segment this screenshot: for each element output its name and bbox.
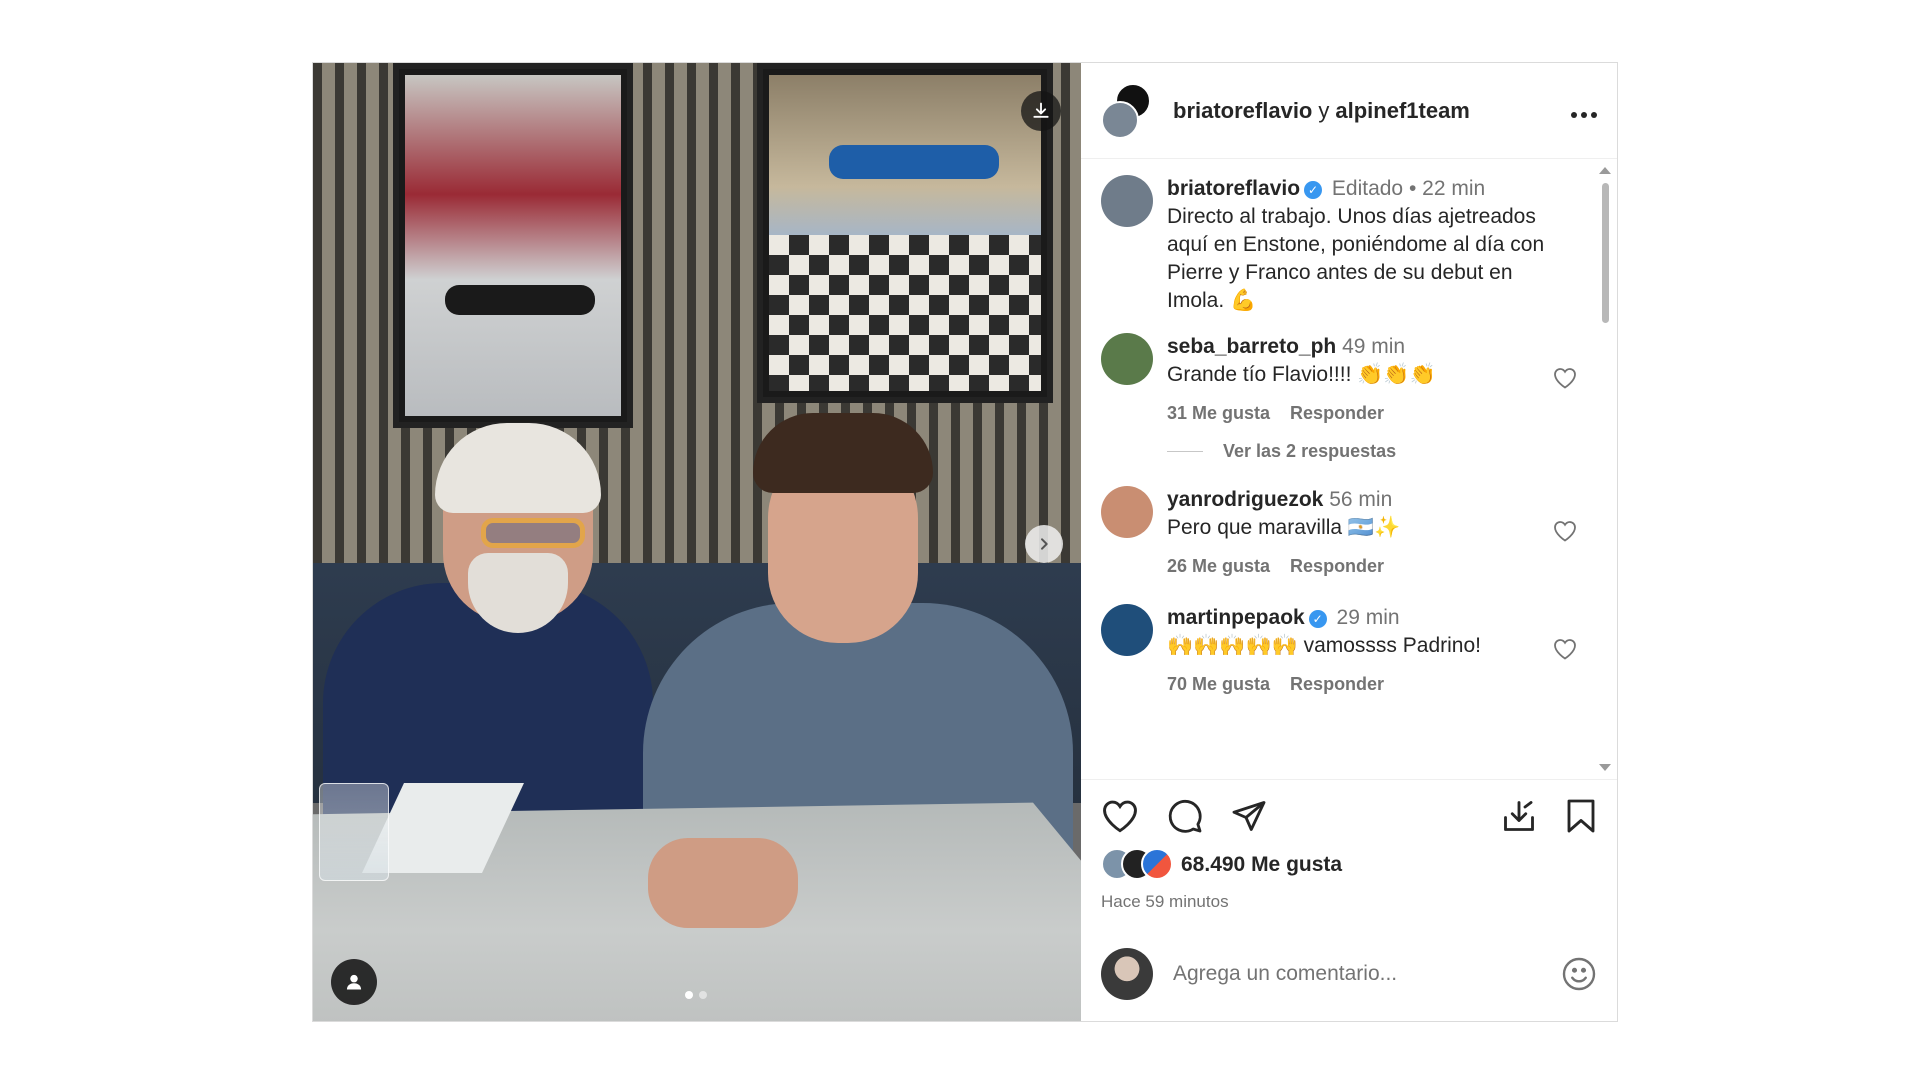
reply-button[interactable]: Responder: [1290, 552, 1384, 580]
chevron-right-icon: [1041, 538, 1048, 550]
clasped-hands: [648, 838, 798, 928]
tagged-users-button[interactable]: [331, 959, 377, 1005]
author-username[interactable]: briatoreflavio: [1173, 98, 1312, 123]
comment-likes[interactable]: 31 Me gusta: [1167, 399, 1270, 427]
comments-list[interactable]: briatoreflavio ✓ Editado • 22 min Directo…: [1081, 159, 1617, 779]
reply-button[interactable]: Responder: [1290, 670, 1384, 698]
comment-text: 🙌🙌🙌🙌🙌 vamossss Padrino!: [1167, 634, 1481, 657]
heart-icon[interactable]: [1553, 367, 1577, 389]
coauthor-username[interactable]: alpinef1team: [1335, 98, 1470, 123]
comment-bubble-icon[interactable]: [1167, 798, 1203, 834]
comment-time[interactable]: 56 min: [1329, 488, 1392, 511]
caption-time[interactable]: 22 min: [1422, 177, 1485, 200]
edited-label: Editado: [1331, 177, 1404, 200]
view-replies-label: Ver las 2 respuestas: [1223, 441, 1397, 461]
next-slide-button[interactable]: [1025, 525, 1063, 563]
download-button[interactable]: [1021, 91, 1061, 131]
poster-frame-left: [393, 63, 633, 428]
carousel-indicator: [685, 991, 707, 999]
avatar[interactable]: [1101, 175, 1153, 227]
person-right-hair: [753, 413, 933, 493]
bookmark-icon[interactable]: [1565, 798, 1597, 834]
comment-likes[interactable]: 26 Me gusta: [1167, 552, 1270, 580]
share-send-icon[interactable]: [1231, 798, 1267, 834]
post-side-panel: briatoreflavio y alpinef1team briatoreflav…: [1081, 63, 1617, 1021]
view-replies-button[interactable]: Ver las 2 respuestas: [1167, 441, 1569, 462]
avatar: [1101, 947, 1153, 1000]
verified-badge-icon: ✓: [1308, 610, 1327, 628]
carousel-dot: [699, 991, 707, 999]
comment-item: martinpepaok ✓ 29 min 🙌🙌🙌🙌🙌 vamossss Padr…: [1101, 604, 1576, 698]
avatar[interactable]: [1101, 333, 1153, 385]
add-comment-bar: [1081, 925, 1617, 1021]
post-actions: 68.490 Me gusta Hace 59 minutos: [1081, 779, 1617, 912]
avatar[interactable]: [1101, 604, 1153, 656]
heart-icon[interactable]: [1553, 638, 1577, 660]
scroll-up-arrow-icon[interactable]: [1599, 167, 1611, 174]
save-to-device-icon[interactable]: [1501, 798, 1537, 834]
instagram-post: briatoreflavio y alpinef1team briatoreflav…: [312, 62, 1618, 1022]
likes-summary[interactable]: 68.490 Me gusta: [1101, 848, 1597, 882]
comment-time[interactable]: 49 min: [1342, 335, 1405, 358]
comment-username[interactable]: yanrodriguezok: [1167, 488, 1323, 511]
comment-input[interactable]: [1173, 961, 1561, 986]
poster-car: [829, 145, 999, 179]
avatar: [1141, 848, 1173, 880]
comment-text: Pero que maravilla 🇦🇷✨: [1167, 516, 1401, 539]
comments-scrollbar[interactable]: [1599, 167, 1611, 771]
person-left-glasses: [481, 518, 585, 548]
likes-count[interactable]: 68.490 Me gusta: [1181, 853, 1342, 877]
comment-item: seba_barreto_ph 49 min Grande tío Flavio…: [1101, 333, 1576, 427]
scroll-down-arrow-icon[interactable]: [1599, 764, 1611, 771]
comment-text: Grande tío Flavio!!!! 👏👏👏: [1167, 363, 1436, 386]
water-glass: [319, 783, 389, 881]
post-authors: briatoreflavio y alpinef1team: [1173, 98, 1470, 124]
user-icon: [346, 974, 362, 990]
poster-car: [445, 285, 595, 315]
caption-text: Directo al trabajo. Unos días ajetreados…: [1167, 205, 1545, 312]
post-timestamp: Hace 59 minutos: [1101, 892, 1229, 911]
replies-divider: [1167, 451, 1203, 452]
comment-time[interactable]: 29 min: [1337, 606, 1400, 629]
comment-username[interactable]: seba_barreto_ph: [1167, 335, 1336, 358]
collab-avatars[interactable]: [1101, 82, 1157, 139]
avatar[interactable]: [1101, 486, 1153, 538]
liker-avatars: [1101, 848, 1181, 882]
avatar: [1101, 100, 1139, 139]
caption-username[interactable]: briatoreflavio: [1167, 177, 1300, 200]
comment-likes[interactable]: 70 Me gusta: [1167, 670, 1270, 698]
verified-badge-icon: ✓: [1304, 181, 1323, 199]
action-icons: [1101, 798, 1597, 834]
comment-username[interactable]: martinpepaok: [1167, 606, 1305, 629]
poster-left: [405, 75, 621, 416]
post-header: briatoreflavio y alpinef1team: [1081, 63, 1617, 159]
like-heart-icon[interactable]: [1101, 799, 1139, 833]
download-icon: [1033, 102, 1049, 118]
reply-button[interactable]: Responder: [1290, 399, 1384, 427]
scrollbar-thumb[interactable]: [1602, 183, 1609, 323]
emoji-icon[interactable]: [1561, 956, 1597, 992]
caption: briatoreflavio ✓ Editado • 22 min Directo…: [1101, 175, 1569, 315]
post-photo[interactable]: [313, 63, 1081, 1021]
separator-dot: •: [1408, 177, 1417, 200]
heart-icon[interactable]: [1553, 520, 1577, 542]
poster-right: [769, 75, 1041, 391]
more-options-button[interactable]: [1571, 95, 1597, 126]
carousel-dot-active: [685, 991, 693, 999]
comment-item: yanrodriguezok 56 min Pero que maravilla…: [1101, 486, 1576, 580]
ellipsis-icon: [1571, 112, 1597, 118]
poster-frame-right: [757, 63, 1053, 403]
authors-connector: y: [1318, 97, 1330, 123]
